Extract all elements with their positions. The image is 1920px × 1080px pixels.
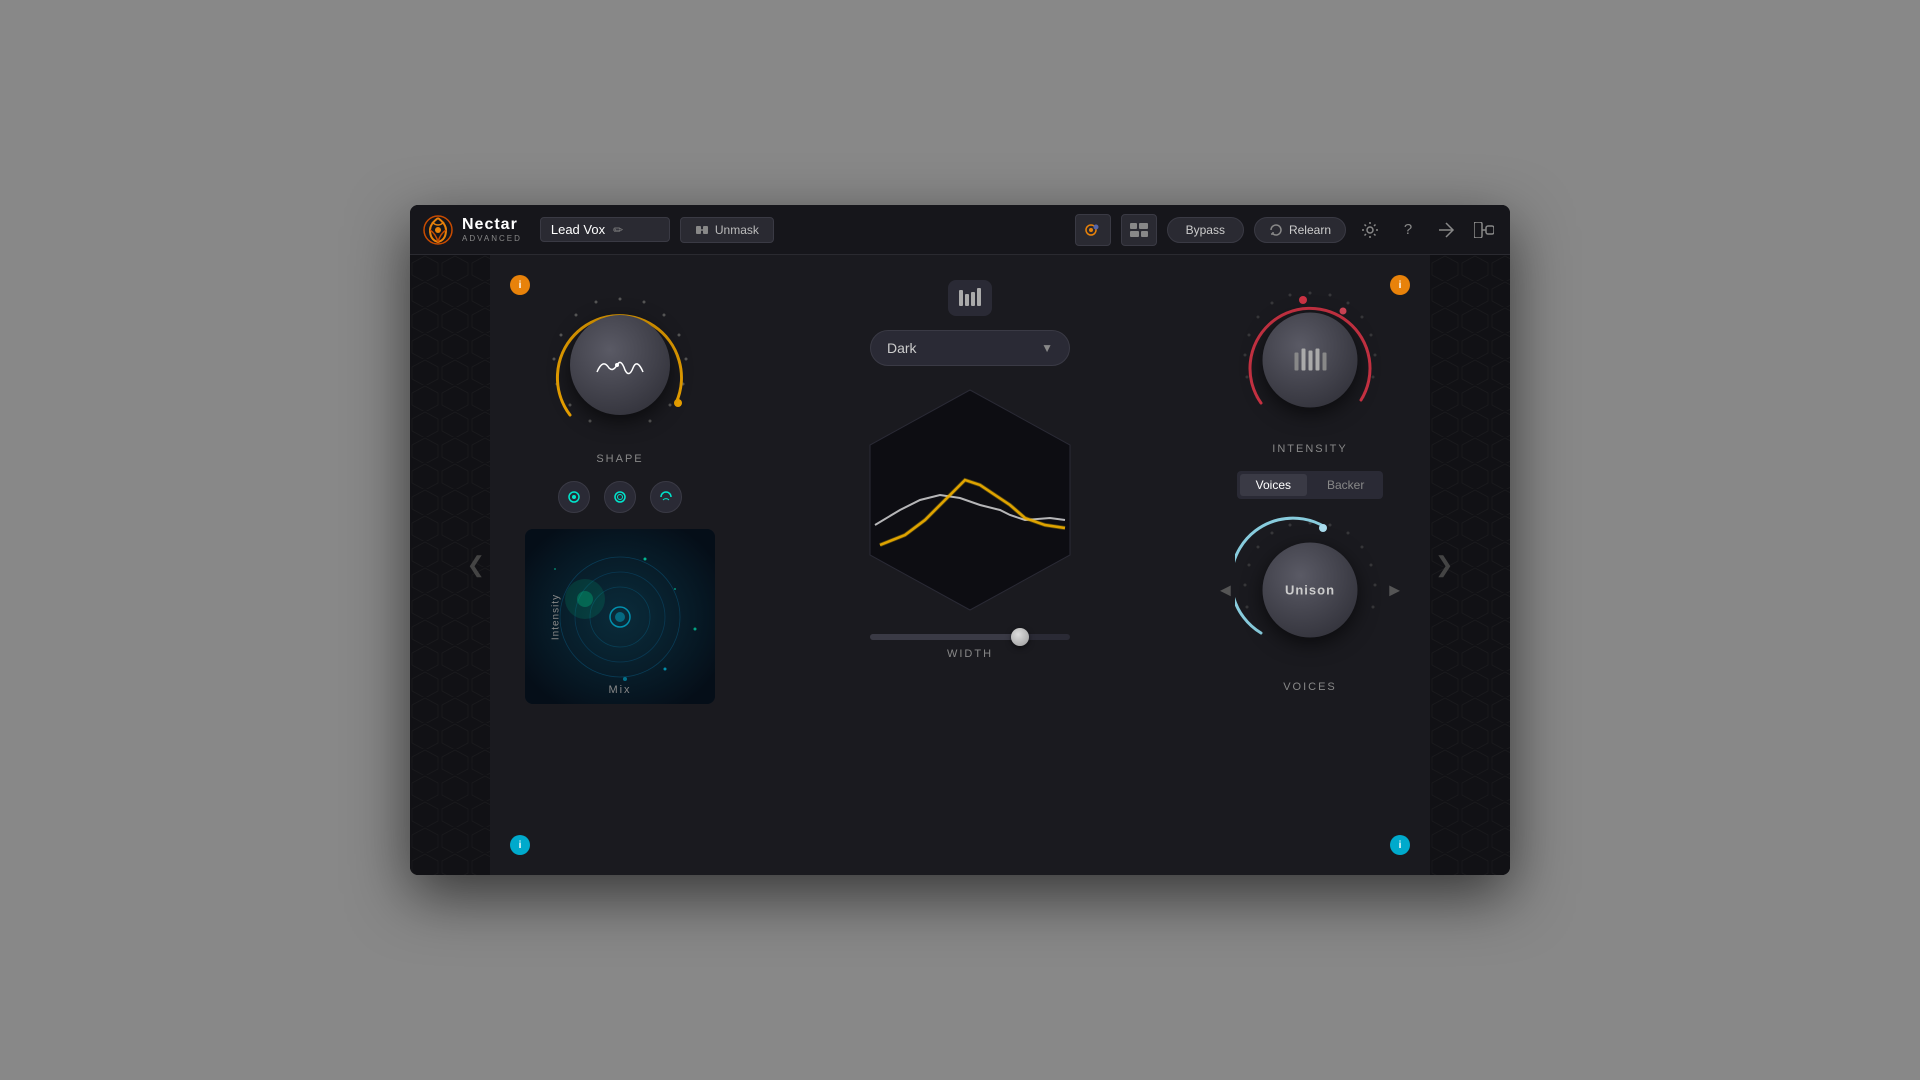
plugin-window: Nectar ADVANCED Lead Vox ✏ Unmask (410, 205, 1510, 875)
logo-area: Nectar ADVANCED (422, 214, 522, 246)
share-button[interactable] (1432, 216, 1460, 244)
mode-icon-2[interactable] (604, 481, 636, 513)
right-chevron-icon: ❯ (1435, 552, 1453, 578)
main-content: ❮ i i i i (410, 255, 1510, 875)
edit-icon: ✏ (613, 223, 623, 237)
settings-icon (1361, 221, 1379, 239)
voices-label: VOICES (1283, 681, 1337, 693)
style-dropdown[interactable]: Dark ▼ (870, 330, 1070, 366)
voices-knob-section: ◀ (1235, 515, 1385, 665)
help-icon: ? (1404, 221, 1412, 238)
preset-name: Lead Vox (551, 222, 605, 237)
modules-icon (1130, 223, 1148, 237)
voices-tab[interactable]: Voices (1240, 474, 1307, 496)
center-content: i i i i (490, 255, 1430, 875)
intensity-knob[interactable] (1235, 285, 1385, 435)
intensity-knob-face (1263, 313, 1358, 408)
relearn-icon (1269, 223, 1283, 237)
shape-knob-face (570, 315, 670, 415)
app-name: Nectar (462, 216, 522, 234)
mix-label: Mix (525, 684, 715, 696)
mix-intensity-label: Intensity (551, 593, 562, 639)
voices-next-button[interactable]: ▶ (1389, 582, 1400, 599)
width-slider[interactable] (870, 634, 1070, 640)
width-section: WIDTH (870, 634, 1070, 660)
left-side-panel: ❮ (410, 255, 490, 875)
logo-text: Nectar ADVANCED (462, 216, 522, 243)
preset-selector[interactable]: Lead Vox ✏ (540, 217, 670, 242)
info-button-bottom-left[interactable]: i (510, 835, 530, 855)
shape-panel: SHAPE (510, 275, 730, 855)
mix-panel[interactable]: Intensity Mix (525, 529, 715, 704)
bypass-button[interactable]: Bypass (1167, 217, 1244, 243)
unmask-label: Unmask (715, 223, 759, 237)
voices-prev-button[interactable]: ◀ (1220, 582, 1231, 599)
intensity-knob-container: INTENSITY (1235, 285, 1385, 455)
share-icon (1437, 221, 1455, 239)
unmask-button[interactable]: Unmask (680, 217, 774, 243)
tuner-icon (956, 286, 984, 310)
backer-tab[interactable]: Backer (1311, 474, 1380, 496)
circle-icon (566, 489, 582, 505)
hex-display (850, 380, 1090, 620)
header-bar: Nectar ADVANCED Lead Vox ✏ Unmask (410, 205, 1510, 255)
viz-icon (1083, 220, 1103, 240)
visualization-button[interactable] (1075, 214, 1111, 246)
hex-background-svg (850, 380, 1090, 620)
mode-icons-row (558, 481, 682, 513)
half-ring-icon (658, 489, 674, 505)
width-label: WIDTH (947, 648, 993, 660)
app-subtitle: ADVANCED (462, 234, 522, 243)
unmask-icon (695, 223, 709, 237)
izone-icon (1474, 222, 1494, 238)
shape-label: SHAPE (596, 453, 643, 465)
ring-icon (612, 489, 628, 505)
style-value: Dark (887, 340, 917, 356)
dropdown-arrow-icon: ▼ (1041, 341, 1053, 355)
izone-button[interactable] (1470, 216, 1498, 244)
tuner-button[interactable] (948, 280, 992, 316)
voices-knob-text: Unison (1285, 583, 1335, 598)
intensity-label: INTENSITY (1272, 443, 1347, 455)
right-panel: INTENSITY Voices Backer ◀ (1210, 275, 1410, 855)
width-slider-thumb (1011, 628, 1029, 646)
relearn-button[interactable]: Relearn (1254, 217, 1346, 243)
shape-waveform-icon (595, 350, 645, 380)
shape-knob-container: SHAPE (540, 285, 700, 465)
intensity-bars-icon (1290, 344, 1330, 376)
mode-icon-3[interactable] (650, 481, 682, 513)
shape-knob[interactable] (540, 285, 700, 445)
help-button[interactable]: ? (1394, 216, 1422, 244)
voices-knob[interactable]: Unison (1235, 515, 1385, 665)
voices-knob-face: Unison (1263, 543, 1358, 638)
info-button-top-left[interactable]: i (510, 275, 530, 295)
width-slider-fill (870, 634, 1020, 640)
info-button-bottom-right[interactable]: i (1390, 835, 1410, 855)
voices-backer-tabs: Voices Backer (1237, 471, 1384, 499)
middle-panel: Dark ▼ (730, 275, 1210, 855)
info-button-top-right[interactable]: i (1390, 275, 1410, 295)
right-side-panel: ❯ (1430, 255, 1510, 875)
settings-button[interactable] (1356, 216, 1384, 244)
nectar-logo-icon (422, 214, 454, 246)
modules-button[interactable] (1121, 214, 1157, 246)
mode-icon-1[interactable] (558, 481, 590, 513)
left-chevron-icon: ❮ (467, 552, 485, 578)
